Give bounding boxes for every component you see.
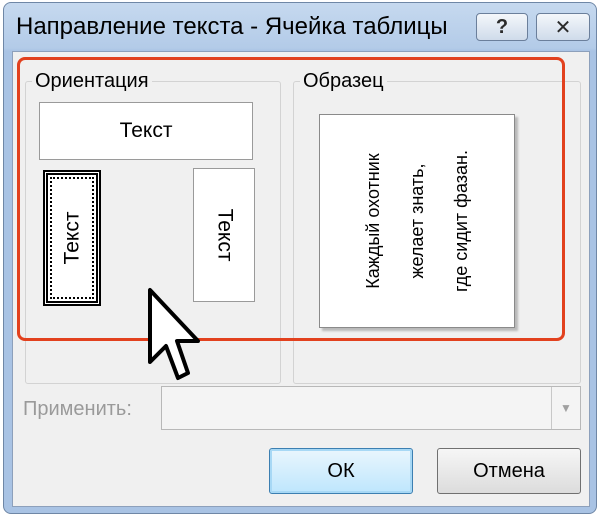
orientation-option-label: Текст xyxy=(213,208,236,262)
sample-line: где сидит фазан. xyxy=(451,150,471,292)
chevron-down-icon[interactable]: ▼ xyxy=(551,387,580,429)
apply-label: Применить: xyxy=(23,398,132,420)
sample-line: желает знать, xyxy=(407,163,427,279)
help-button[interactable]: ? xyxy=(476,13,528,41)
orientation-option-horizontal[interactable]: Текст xyxy=(39,102,253,160)
mouse-pointer-icon xyxy=(148,288,200,380)
apply-dropdown[interactable]: ▼ xyxy=(161,386,581,430)
window-title: Направление текста - Ячейка таблицы xyxy=(16,13,448,40)
sample-text: Каждый охотник желает знать, где сидит ф… xyxy=(351,123,483,319)
orientation-option-label: Текст xyxy=(119,119,173,142)
ok-button[interactable]: ОК xyxy=(269,448,413,494)
sample-preview: Каждый охотник желает знать, где сидит ф… xyxy=(319,114,515,328)
dialog-body: Ориентация Образец Текст Текст Текст Каж… xyxy=(12,51,590,507)
orientation-option-label: Текст xyxy=(60,211,83,265)
close-button[interactable]: ✕ xyxy=(536,13,590,41)
title-bar: Направление текста - Ячейка таблицы ? ✕ xyxy=(4,3,596,51)
close-icon: ✕ xyxy=(554,16,572,39)
sample-line: Каждый охотник xyxy=(363,153,383,289)
sample-legend: Образец xyxy=(303,70,384,92)
dialog-window: Направление текста - Ячейка таблицы ? ✕ … xyxy=(3,2,597,514)
orientation-legend: Ориентация xyxy=(35,70,149,92)
orientation-option-vertical-up[interactable]: Текст xyxy=(43,170,101,306)
cancel-button[interactable]: Отмена xyxy=(437,448,581,494)
help-icon: ? xyxy=(495,15,509,38)
